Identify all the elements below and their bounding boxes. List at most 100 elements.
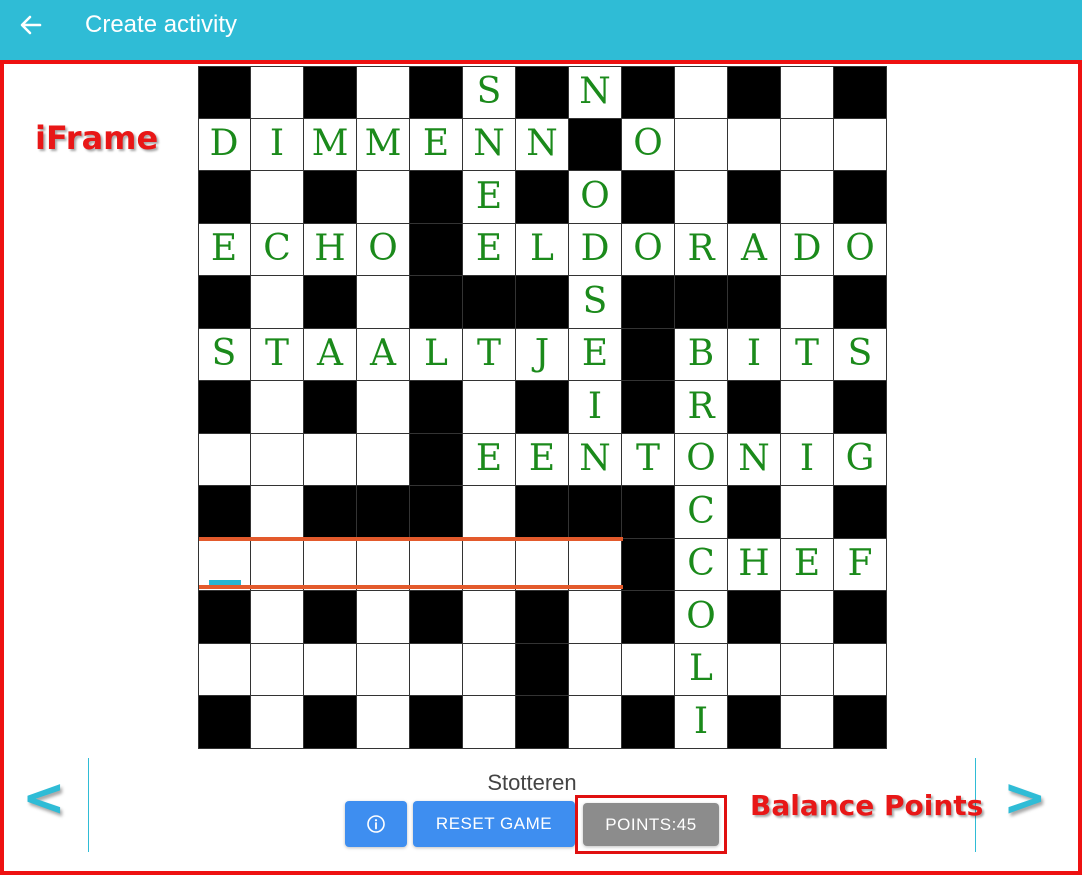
- crossword-cell[interactable]: L: [516, 223, 569, 276]
- crossword-cell[interactable]: [781, 643, 834, 696]
- crossword-cell[interactable]: O: [357, 223, 410, 276]
- crossword-cell[interactable]: L: [675, 643, 728, 696]
- crossword-cell[interactable]: L: [410, 328, 463, 381]
- crossword-cell[interactable]: [304, 643, 357, 696]
- crossword-cell[interactable]: [251, 591, 304, 644]
- crossword-cell[interactable]: O: [675, 591, 728, 644]
- crossword-cell[interactable]: [251, 433, 304, 486]
- info-button[interactable]: [345, 801, 407, 847]
- crossword-cell[interactable]: F: [834, 538, 887, 591]
- crossword-cell[interactable]: [781, 591, 834, 644]
- crossword-cell[interactable]: I: [675, 696, 728, 749]
- crossword-cell[interactable]: M: [357, 118, 410, 171]
- crossword-cell[interactable]: N: [569, 433, 622, 486]
- crossword-cell[interactable]: N: [569, 66, 622, 119]
- crossword-cell[interactable]: E: [781, 538, 834, 591]
- crossword-cell[interactable]: N: [516, 118, 569, 171]
- crossword-cell[interactable]: R: [675, 381, 728, 434]
- crossword-cell[interactable]: [357, 276, 410, 329]
- crossword-cell[interactable]: S: [198, 328, 251, 381]
- back-button[interactable]: [16, 10, 46, 40]
- crossword-cell[interactable]: [834, 118, 887, 171]
- crossword-cell[interactable]: [622, 643, 675, 696]
- crossword-cell[interactable]: [781, 276, 834, 329]
- crossword-cell[interactable]: [304, 538, 357, 591]
- crossword-cell[interactable]: S: [463, 66, 516, 119]
- crossword-cell[interactable]: A: [357, 328, 410, 381]
- crossword-cell[interactable]: B: [675, 328, 728, 381]
- crossword-cell[interactable]: [675, 118, 728, 171]
- crossword-cell[interactable]: [463, 643, 516, 696]
- crossword-cell[interactable]: [357, 591, 410, 644]
- crossword-cell[interactable]: [251, 538, 304, 591]
- crossword-cell[interactable]: E: [410, 118, 463, 171]
- crossword-cell[interactable]: [410, 538, 463, 591]
- crossword-cell[interactable]: [781, 696, 834, 749]
- crossword-cell[interactable]: [463, 538, 516, 591]
- crossword-cell[interactable]: S: [569, 276, 622, 329]
- crossword-cell[interactable]: [251, 66, 304, 119]
- crossword-cell[interactable]: T: [463, 328, 516, 381]
- crossword-cell[interactable]: [357, 643, 410, 696]
- crossword-cell[interactable]: [834, 643, 887, 696]
- crossword-cell[interactable]: [463, 591, 516, 644]
- crossword-cell[interactable]: [781, 381, 834, 434]
- crossword-cell[interactable]: O: [569, 171, 622, 224]
- crossword-cell[interactable]: [410, 643, 463, 696]
- crossword-cell[interactable]: I: [251, 118, 304, 171]
- crossword-cell[interactable]: M: [304, 118, 357, 171]
- crossword-cell[interactable]: C: [251, 223, 304, 276]
- crossword-cell[interactable]: [781, 66, 834, 119]
- crossword-cell[interactable]: J: [516, 328, 569, 381]
- crossword-cell[interactable]: [569, 538, 622, 591]
- crossword-cell[interactable]: O: [834, 223, 887, 276]
- crossword-cell[interactable]: I: [781, 433, 834, 486]
- crossword-cell[interactable]: [357, 696, 410, 749]
- crossword-cell[interactable]: T: [251, 328, 304, 381]
- crossword-cell[interactable]: A: [304, 328, 357, 381]
- crossword-cell[interactable]: H: [304, 223, 357, 276]
- crossword-cell[interactable]: R: [675, 223, 728, 276]
- previous-clue-button[interactable]: <: [22, 772, 66, 824]
- crossword-cell[interactable]: O: [622, 223, 675, 276]
- crossword-cell[interactable]: [304, 433, 357, 486]
- crossword-cell[interactable]: [251, 696, 304, 749]
- crossword-cell[interactable]: E: [463, 223, 516, 276]
- crossword-cell[interactable]: [251, 171, 304, 224]
- crossword-cell[interactable]: I: [728, 328, 781, 381]
- crossword-cell[interactable]: [781, 171, 834, 224]
- crossword-cell[interactable]: D: [781, 223, 834, 276]
- crossword-cell[interactable]: [463, 381, 516, 434]
- crossword-cell[interactable]: [728, 643, 781, 696]
- crossword-cell[interactable]: [516, 538, 569, 591]
- crossword-cell[interactable]: D: [198, 118, 251, 171]
- crossword-cell[interactable]: [251, 486, 304, 539]
- crossword-cell[interactable]: [463, 696, 516, 749]
- crossword-cell[interactable]: N: [463, 118, 516, 171]
- crossword-cell[interactable]: [569, 643, 622, 696]
- crossword-cell[interactable]: [675, 66, 728, 119]
- crossword-cell[interactable]: H: [728, 538, 781, 591]
- next-clue-button[interactable]: >: [1003, 772, 1047, 824]
- crossword-cell[interactable]: [251, 643, 304, 696]
- crossword-cell[interactable]: [198, 643, 251, 696]
- crossword-cell[interactable]: N: [728, 433, 781, 486]
- crossword-cell[interactable]: [463, 486, 516, 539]
- crossword-cell[interactable]: C: [675, 538, 728, 591]
- crossword-cell[interactable]: S: [834, 328, 887, 381]
- crossword-cell[interactable]: [675, 171, 728, 224]
- crossword-cell[interactable]: [198, 433, 251, 486]
- crossword-cell[interactable]: [357, 433, 410, 486]
- crossword-cell[interactable]: E: [463, 171, 516, 224]
- crossword-cell[interactable]: T: [781, 328, 834, 381]
- crossword-cell[interactable]: C: [675, 486, 728, 539]
- crossword-cell[interactable]: [781, 118, 834, 171]
- crossword-cell[interactable]: T: [622, 433, 675, 486]
- crossword-cell[interactable]: D: [569, 223, 622, 276]
- crossword-cell[interactable]: O: [622, 118, 675, 171]
- points-button[interactable]: POINTS:45: [583, 803, 719, 846]
- crossword-cell[interactable]: G: [834, 433, 887, 486]
- crossword-cell[interactable]: I: [569, 381, 622, 434]
- crossword-cell[interactable]: [357, 381, 410, 434]
- crossword-cell[interactable]: [357, 538, 410, 591]
